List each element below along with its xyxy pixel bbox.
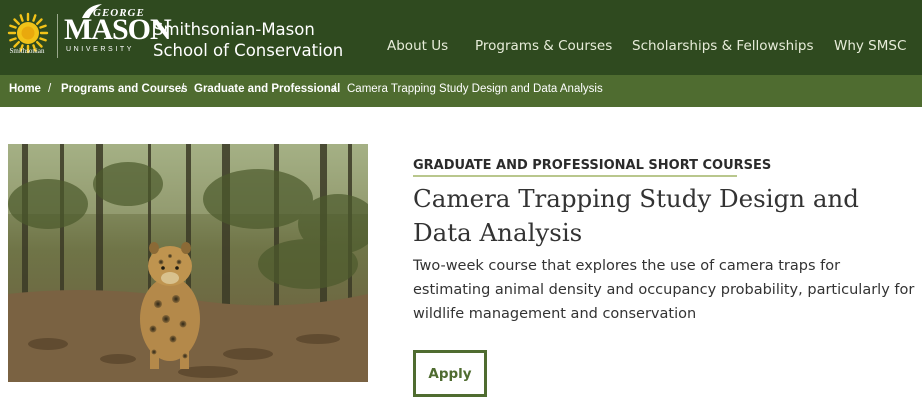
nav-item-why-smsc[interactable]: Why SMSC	[834, 38, 906, 54]
main-nav: About Us Programs & Courses Scholarships…	[0, 38, 922, 58]
site-header: Smithsonian GEORGE MASON UNIVERSITY Smit…	[0, 0, 922, 75]
breadcrumb: Home / Programs and Courses / Graduate a…	[0, 75, 922, 107]
site-name-line1: Smithsonian-Mason	[153, 20, 315, 39]
breadcrumb-separator: /	[333, 83, 337, 95]
breadcrumb-programs-and-courses[interactable]: Programs and Courses	[61, 83, 188, 95]
breadcrumb-home[interactable]: Home	[9, 83, 41, 95]
apply-button[interactable]: Apply	[413, 350, 487, 397]
nav-item-about-us[interactable]: About Us	[387, 38, 448, 54]
breadcrumb-separator: /	[48, 83, 52, 95]
course-category-eyebrow: GRADUATE AND PROFESSIONAL SHORT COURSES	[413, 158, 772, 173]
nav-item-programs-courses[interactable]: Programs & Courses	[475, 38, 612, 54]
breadcrumb-graduate-and-professional[interactable]: Graduate and Professional	[194, 83, 340, 95]
breadcrumb-separator: /	[181, 83, 185, 95]
nav-item-scholarships-fellowships[interactable]: Scholarships & Fellowships	[632, 38, 814, 54]
breadcrumb-current: Camera Trapping Study Design and Data An…	[347, 83, 603, 95]
course-description: Two-week course that explores the use of…	[413, 258, 915, 322]
course-photo-jaguar	[8, 144, 368, 382]
page-title: Camera Trapping Study Design and Data An…	[413, 184, 859, 247]
eyebrow-underline	[413, 175, 737, 177]
